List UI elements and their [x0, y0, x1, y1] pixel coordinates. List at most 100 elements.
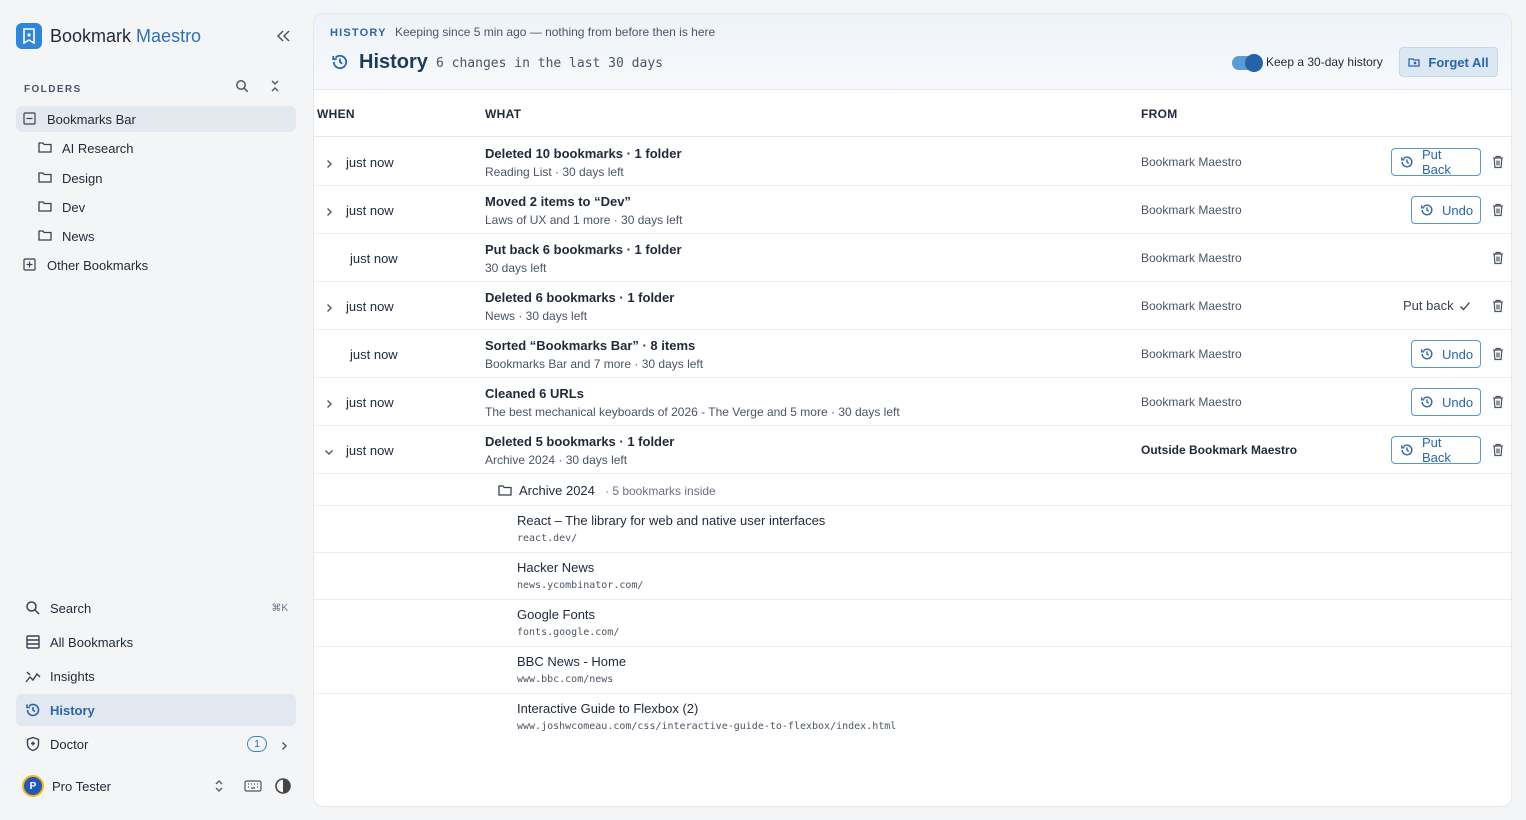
forget-all-button[interactable]: Forget All	[1399, 47, 1498, 77]
bookmark-title: Google Fonts	[517, 607, 596, 622]
table-row[interactable]: just now Put back 6 bookmarks · 1 folder 3…	[314, 234, 1511, 282]
put-back-button[interactable]: Put Back	[1391, 435, 1481, 465]
row-from: Bookmark Maestro	[1141, 155, 1242, 169]
row-title: Deleted 10 bookmarks · 1 folder	[485, 146, 682, 161]
trash-icon[interactable]	[1492, 299, 1504, 313]
list-item[interactable]: Hacker News news.ycombinator.com/	[314, 553, 1511, 600]
folder-icon	[38, 141, 52, 155]
row-when: just now	[346, 299, 394, 314]
collapse-square-icon	[23, 112, 37, 126]
undo-button[interactable]: Undo	[1411, 388, 1481, 416]
nav-search-label: Search	[50, 600, 92, 616]
table-row[interactable]: just now Deleted 5 bookmarks · 1 folder Ar…	[314, 426, 1511, 474]
history-icon	[1400, 155, 1414, 169]
row-when: just now	[346, 443, 394, 458]
nav-search[interactable]: Search ⌘K	[16, 592, 296, 624]
trash-icon[interactable]	[1492, 203, 1504, 217]
app-name: Bookmark Maestro	[50, 25, 202, 46]
undo-button[interactable]: Undo	[1411, 196, 1481, 224]
list-item[interactable]: Google Fonts fonts.google.com/	[314, 600, 1511, 647]
history-panel: HISTORY Keeping since 5 min ago — nothin…	[313, 13, 1512, 807]
nav-doctor[interactable]: Doctor 1	[16, 728, 296, 760]
history-icon	[1400, 443, 1414, 457]
row-from: Bookmark Maestro	[1141, 395, 1242, 409]
action-label: Put Back	[1422, 435, 1451, 465]
chevron-right-icon	[279, 739, 289, 750]
history-icon	[1420, 395, 1434, 409]
toggle-knob	[1245, 54, 1263, 72]
row-title: Deleted 6 bookmarks · 1 folder	[485, 290, 675, 305]
chevron-down-icon[interactable]	[324, 445, 334, 455]
nav-history[interactable]: History	[16, 694, 296, 726]
chevron-right-icon[interactable]	[324, 205, 334, 216]
folder-item-label: Dev	[62, 199, 86, 215]
row-subtitle: Reading List · 30 days left	[485, 165, 624, 179]
bookmark-title: Interactive Guide to Flexbox (2)	[517, 701, 699, 716]
action-label: Put Back	[1422, 147, 1451, 177]
keep-history-toggle[interactable]	[1232, 54, 1263, 72]
list-item[interactable]: React – The library for web and native u…	[314, 506, 1511, 553]
folder-item-label: Bookmarks Bar	[47, 111, 136, 127]
theme-toggle-icon[interactable]	[274, 777, 292, 795]
search-icon	[25, 600, 41, 616]
folders-header: FOLDERS	[24, 79, 292, 95]
shield-icon	[25, 736, 41, 752]
table-row[interactable]: just now Deleted 6 bookmarks · 1 folder Ne…	[314, 282, 1511, 330]
table-row[interactable]: just now Cleaned 6 URLs The best mechanica…	[314, 378, 1511, 426]
row-title: Deleted 5 bookmarks · 1 folder	[485, 434, 675, 449]
table-row[interactable]: just now Deleted 10 bookmarks · 1 folder R…	[314, 138, 1511, 186]
nav-insights-label: Insights	[50, 668, 95, 684]
row-when: just now	[346, 203, 394, 218]
bookmark-url: fonts.google.com/	[517, 627, 620, 638]
table-header: WHEN WHAT FROM	[314, 90, 1511, 137]
folder-item-design[interactable]: Design	[38, 165, 296, 191]
nav-insights[interactable]: Insights	[16, 660, 296, 692]
undo-button[interactable]: Undo	[1411, 340, 1481, 368]
chevron-right-icon[interactable]	[324, 301, 334, 312]
folder-icon	[38, 229, 52, 243]
row-subtitle: Bookmarks Bar and 7 more · 30 days left	[485, 357, 704, 371]
list-item[interactable]: Interactive Guide to Flexbox (2) www.josh…	[314, 694, 1511, 741]
search-icon[interactable]	[235, 79, 249, 93]
chevron-right-icon[interactable]	[324, 397, 334, 408]
table-row[interactable]: just now Moved 2 items to “Dev” Laws of UX…	[314, 186, 1511, 234]
trash-icon[interactable]	[1492, 251, 1504, 265]
table-row[interactable]: just now Sorted “Bookmarks Bar” · 8 items…	[314, 330, 1511, 378]
trash-icon[interactable]	[1492, 443, 1504, 457]
history-icon	[25, 702, 41, 718]
trash-icon[interactable]	[1492, 395, 1504, 409]
keep-history-label: Keep a 30-day history	[1266, 55, 1383, 69]
user-row[interactable]: P Pro Tester	[22, 774, 294, 798]
chevron-up-down-icon[interactable]	[214, 779, 224, 793]
trash-icon[interactable]	[1492, 347, 1504, 361]
row-when: just now	[350, 347, 398, 362]
folder-item-news[interactable]: News	[38, 223, 296, 249]
trash-icon[interactable]	[1492, 155, 1504, 169]
folder-item-bookmarks-bar[interactable]: Bookmarks Bar	[16, 106, 296, 132]
nav-all-bookmarks[interactable]: All Bookmarks	[16, 626, 296, 658]
chevron-right-icon[interactable]	[324, 157, 334, 168]
user-name: Pro Tester	[52, 778, 112, 794]
list-icon	[25, 634, 41, 650]
row-subtitle: 30 days left	[485, 261, 547, 275]
row-when: just now	[346, 155, 394, 170]
folder-item-ai-research[interactable]: AI Research	[38, 135, 296, 161]
folder-icon	[498, 484, 512, 497]
folder-item-label: AI Research	[62, 140, 134, 156]
keyboard-icon[interactable]	[244, 779, 262, 793]
folder-item-label: Design	[62, 170, 103, 186]
collapse-sidebar-icon[interactable]	[274, 27, 292, 45]
list-item[interactable]: BBC News - Home www.bbc.com/news	[314, 647, 1511, 694]
history-icon	[1420, 347, 1434, 361]
collapse-all-icon[interactable]	[268, 79, 282, 93]
bookmark-url: news.ycombinator.com/	[517, 580, 644, 591]
bookmark-logo-icon	[16, 23, 42, 49]
avatar: P	[22, 775, 44, 797]
row-title: Moved 2 items to “Dev”	[485, 194, 631, 209]
put-back-button[interactable]: Put Back	[1391, 147, 1481, 177]
bookmark-title: Hacker News	[517, 560, 595, 575]
forget-all-label: Forget All	[1428, 54, 1489, 70]
folder-item-dev[interactable]: Dev	[38, 194, 296, 220]
folder-item-other-bookmarks[interactable]: Other Bookmarks	[16, 252, 296, 278]
row-from: Outside Bookmark Maestro	[1141, 443, 1298, 457]
